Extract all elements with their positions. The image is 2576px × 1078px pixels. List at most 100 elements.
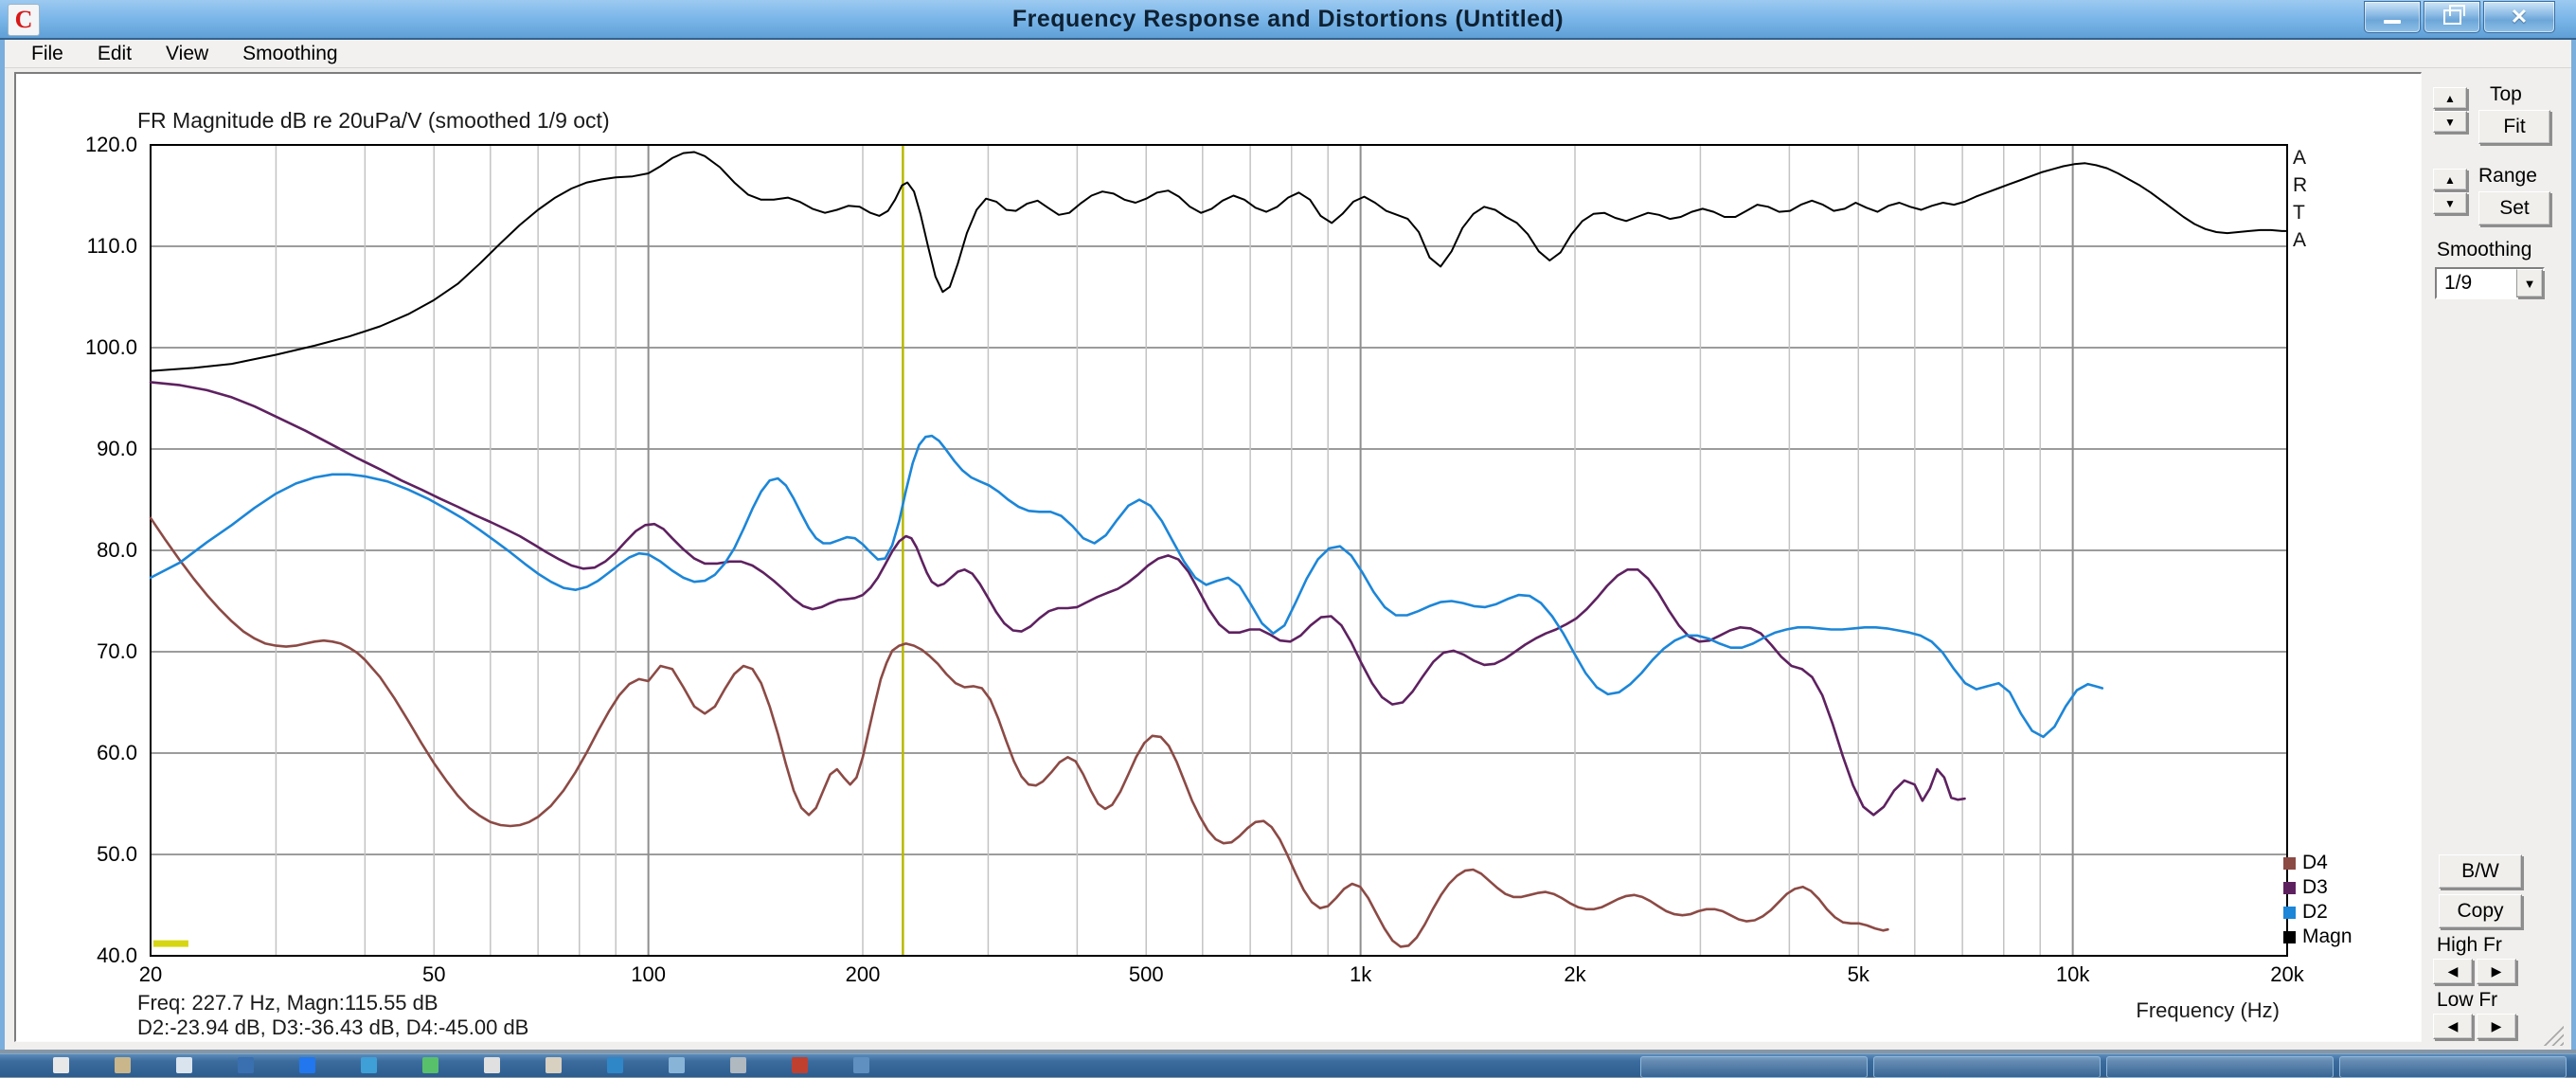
curve-D4 <box>151 518 1887 947</box>
y-tick-80.0: 80.0 <box>50 538 137 563</box>
y-tick-40.0: 40.0 <box>50 943 137 968</box>
top-label: Top <box>2490 83 2522 106</box>
y-tick-100.0: 100.0 <box>50 335 137 360</box>
d3-color-swatch <box>2283 882 2296 894</box>
taskbar-app-icon[interactable] <box>361 1057 377 1073</box>
legend-label: D2 <box>2302 901 2328 924</box>
range-up-button[interactable]: ▲ <box>2433 169 2467 190</box>
x-tick-20k: 20k <box>2245 962 2330 987</box>
legend-label: D4 <box>2302 852 2328 874</box>
high-fr-label: High Fr <box>2437 934 2502 957</box>
smoothing-value: 1/9 <box>2437 269 2516 297</box>
legend-item-d3: D3 <box>2283 875 2352 900</box>
close-button[interactable]: ✕ <box>2483 1 2555 33</box>
taskbar-app-icon[interactable] <box>607 1057 623 1073</box>
window-controls: ✕ <box>2364 1 2555 33</box>
close-icon: ✕ <box>2511 7 2528 27</box>
x-tick-5k: 5k <box>1816 962 1901 987</box>
taskbar-app-icon[interactable] <box>669 1057 685 1073</box>
legend-label: D3 <box>2302 876 2328 899</box>
arta-app-icon[interactable]: C <box>8 4 40 36</box>
taskbar-app-icon[interactable] <box>176 1057 192 1073</box>
dropdown-arrow-icon[interactable]: ▼ <box>2516 269 2543 297</box>
top-up-button[interactable]: ▲ <box>2433 87 2467 109</box>
curve-D2 <box>151 436 2102 737</box>
taskbar-window-button[interactable] <box>1873 1056 2101 1078</box>
y-tick-120.0: 120.0 <box>50 133 137 157</box>
legend-item-d2: D2 <box>2283 900 2352 925</box>
fit-button[interactable]: Fit <box>2478 110 2550 144</box>
restore-icon <box>2443 9 2461 25</box>
low-fr-left-button[interactable]: ◀ <box>2433 1014 2473 1039</box>
minimize-button[interactable] <box>2364 1 2421 33</box>
x-tick-1k: 1k <box>1318 962 1404 987</box>
high-fr-right-button[interactable]: ▶ <box>2477 959 2516 984</box>
range-label: Range <box>2478 165 2537 188</box>
low-fr-right-button[interactable]: ▶ <box>2477 1014 2516 1039</box>
x-tick-10k: 10k <box>2030 962 2116 987</box>
frequency-response-plot <box>16 74 2424 1044</box>
smoothing-label: Smoothing <box>2437 239 2531 261</box>
cursor-readout: Freq: 227.7 Hz, Magn:115.55 dB <box>137 991 438 1015</box>
bw-button[interactable]: B/W <box>2439 854 2522 889</box>
chart-panel: FR Magnitude dB re 20uPa/V (smoothed 1/9… <box>14 72 2422 1042</box>
taskbar-app-icon[interactable] <box>484 1057 500 1073</box>
y-tick-90.0: 90.0 <box>50 437 137 461</box>
taskbar-window-buttons <box>1640 1056 2567 1078</box>
window-title: Frequency Response and Distortions (Unti… <box>0 6 2576 33</box>
y-tick-50.0: 50.0 <box>50 842 137 867</box>
x-tick-500: 500 <box>1103 962 1189 987</box>
top-down-button[interactable]: ▼ <box>2433 111 2467 133</box>
taskbar-window-button[interactable] <box>1640 1056 1868 1078</box>
range-down-button[interactable]: ▼ <box>2433 192 2467 214</box>
legend: D4 D3 D2 Magn <box>2283 851 2352 949</box>
x-tick-50: 50 <box>391 962 476 987</box>
set-button[interactable]: Set <box>2478 191 2550 225</box>
d4-color-swatch <box>2283 857 2296 870</box>
y-tick-60.0: 60.0 <box>50 741 137 765</box>
curve-D3 <box>151 382 1965 815</box>
taskbar-app-icon[interactable] <box>299 1057 315 1073</box>
taskbar-app-icon[interactable] <box>730 1057 746 1073</box>
menu-smoothing[interactable]: Smoothing <box>225 43 354 65</box>
x-tick-2k: 2k <box>1532 962 1618 987</box>
watermark-letter: T <box>2293 199 2307 226</box>
taskbar-window-button[interactable] <box>2339 1056 2567 1078</box>
x-tick-100: 100 <box>606 962 691 987</box>
taskbar-app-icon[interactable] <box>422 1057 438 1073</box>
distortion-readout: D2:-23.94 dB, D3:-36.43 dB, D4:-45.00 dB <box>137 1015 528 1040</box>
menu-file[interactable]: File <box>14 43 80 65</box>
copy-button[interactable]: Copy <box>2439 894 2522 928</box>
taskbar-app-icon[interactable] <box>792 1057 808 1073</box>
d2-color-swatch <box>2283 907 2296 919</box>
low-fr-label: Low Fr <box>2437 989 2497 1012</box>
title-bar[interactable]: C Frequency Response and Distortions (Un… <box>0 0 2576 40</box>
magn-color-swatch <box>2283 931 2296 943</box>
y-tick-70.0: 70.0 <box>50 639 137 664</box>
watermark-letter: A <box>2293 226 2307 254</box>
menu-view[interactable]: View <box>149 43 225 65</box>
taskbar-app-icon[interactable] <box>53 1057 69 1073</box>
control-sidebar: ▲ ▼ Top Fit ▲ ▼ Range Set Smoothing 1/9 … <box>2422 72 2571 1042</box>
watermark-letter: A <box>2293 144 2307 171</box>
minimize-icon <box>2384 20 2401 24</box>
taskbar-app-icon[interactable] <box>238 1057 254 1073</box>
smoothing-select[interactable]: 1/9 ▼ <box>2435 267 2545 299</box>
menu-edit[interactable]: Edit <box>80 43 149 65</box>
chart-title: FR Magnitude dB re 20uPa/V (smoothed 1/9… <box>137 108 610 134</box>
curve-Magn <box>151 153 2287 371</box>
taskbar-window-button[interactable] <box>2106 1056 2334 1078</box>
taskbar-app-icon[interactable] <box>853 1057 869 1073</box>
arta-watermark: A R T A <box>2293 144 2307 254</box>
high-fr-left-button[interactable]: ◀ <box>2433 959 2473 984</box>
taskbar-app-icon[interactable] <box>115 1057 131 1073</box>
x-axis-title: Frequency (Hz) <box>1995 998 2280 1023</box>
x-tick-200: 200 <box>820 962 905 987</box>
restore-button[interactable] <box>2424 1 2480 33</box>
menu-bar: File Edit View Smoothing <box>5 40 2571 68</box>
legend-item-d4: D4 <box>2283 851 2352 875</box>
taskbar-app-icon[interactable] <box>546 1057 562 1073</box>
watermark-letter: R <box>2293 171 2307 199</box>
taskbar[interactable] <box>0 1053 2576 1077</box>
y-tick-110.0: 110.0 <box>50 234 137 259</box>
